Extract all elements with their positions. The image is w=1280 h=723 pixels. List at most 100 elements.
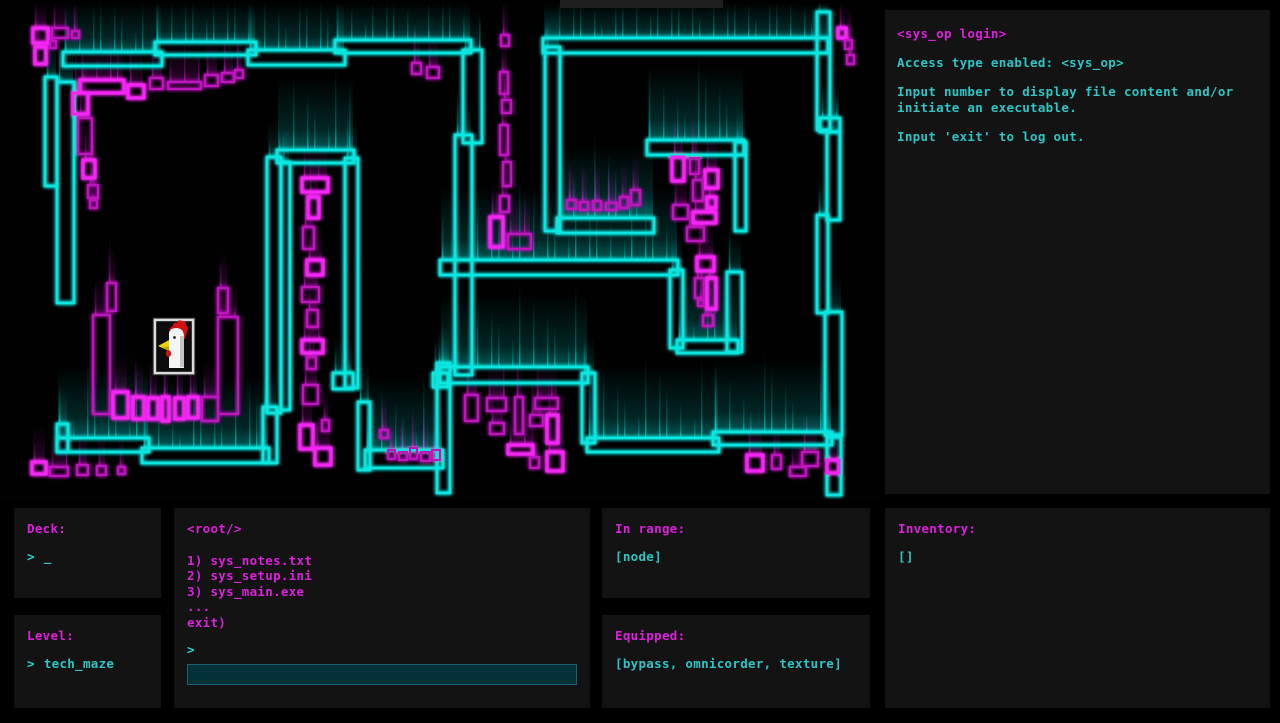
maze-streak-line [278,10,280,50]
maze-streak-line [317,419,319,448]
maze-wall [747,455,763,471]
maze-streak-line [172,418,174,448]
maze-streak-line [666,386,668,438]
maze-streak-line [367,371,369,450]
maze-streak-line [74,2,76,31]
maze-wall [427,67,439,78]
maze-streak-line [603,368,605,438]
maze-streak-line [213,2,215,42]
maze-streak-line [234,302,236,317]
equipped-label: Equipped: [615,628,857,644]
maze-streak-line [349,359,351,373]
command-input[interactable] [187,664,577,685]
maze-streak [400,416,406,452]
file-list-ellipsis: ... [187,599,577,615]
maze-wall [587,438,719,452]
maze-streak-line [726,100,728,140]
maze-streak-line [256,394,258,448]
maze-streak-line [792,451,794,467]
maze-streak-line [701,359,703,438]
maze-wall [281,162,290,410]
maze-streak-line [554,220,556,260]
maze-streak-line [519,282,521,367]
maze-streak-line [477,187,479,260]
maze-streak-line [185,2,187,42]
maze-wall [388,450,395,459]
maze-streak-line [517,352,519,397]
maze-streak-line [729,225,731,272]
file-list-item[interactable]: 3) sys_main.exe [187,584,577,600]
maze-streak [502,3,508,35]
maze-streak-line [568,235,570,260]
maze-wall [335,40,471,53]
maze-streak-line [679,309,681,340]
maze-streak-line [299,2,301,50]
maze-wall [222,73,234,82]
maze-streak-line [819,188,821,215]
maze-streak-line [306,2,308,50]
maze-wall [97,466,106,475]
maze-streak-line [135,354,137,397]
maze-streak-line [206,17,208,42]
maze-streak-line [624,398,626,438]
inventory-value: [] [898,549,1257,565]
maze-streak-line [170,60,172,82]
maze-streak-line [840,2,842,28]
maze-streak-line [220,262,222,288]
maze-streak-line [412,408,414,448]
file-list-item[interactable]: 2) sys_setup.ini [187,568,577,584]
maze-wall [57,82,74,303]
maze-streak-line [822,86,824,118]
maze-streak-line [328,123,330,150]
maze-streak-line [449,2,451,40]
maze-streak-line [96,57,98,80]
maze-streak-line [221,421,223,448]
maze-streak-line [804,416,806,452]
maze-streak-line [337,2,339,40]
maze-streak-line [601,24,603,38]
maze-streak-line [386,2,388,40]
maze-streak-line [324,402,326,420]
maze-streak-line [524,400,526,445]
maze-streak-line [234,2,236,42]
maze-streak-line [705,70,707,140]
maze-streak-line [429,44,431,67]
maze-streak-line [645,196,647,260]
maze-wall [412,63,421,74]
maze-streak-line [115,406,117,438]
maze-streak-line [414,31,416,63]
file-list: 1) sys_notes.txt 2) sys_setup.ini 3) sys… [187,553,577,631]
maze-streak-line [87,361,89,438]
maze-streak-line [715,374,717,438]
file-list-exit[interactable]: exit) [187,615,577,631]
maze-streak-line [734,2,736,38]
maze-streak-line [393,2,395,40]
maze-streak-line [512,339,514,367]
maze-streak [544,3,827,38]
maze-streak-line [372,2,374,40]
maze-streak-line [135,29,137,52]
maze-canvas[interactable] [0,0,880,500]
maze-wall [90,200,97,208]
maze-streak-line [407,9,409,40]
maze-streak-line [59,383,61,424]
maze-streak [509,409,532,445]
file-list-item[interactable]: 1) sys_notes.txt [187,553,577,569]
maze-wall [490,423,504,434]
maze-streak-line [749,420,751,455]
maze-streak-line [269,140,271,157]
maze-streak [621,161,627,197]
inventory-label: Inventory: [898,521,1257,537]
maze-streak-line [115,371,117,392]
maze-streak-line [729,380,731,432]
level-label: Level: [27,628,148,644]
root-title: <root/> [187,521,577,537]
maze-streak-line [264,2,266,50]
maze-streak-line [692,116,694,158]
maze-streak-line [645,356,647,438]
maze-streak-line [79,436,81,465]
maze-wall [248,50,345,65]
maze-streak-line [130,39,132,85]
maze-streak-line [532,379,534,415]
maze-streak-line [214,406,216,448]
